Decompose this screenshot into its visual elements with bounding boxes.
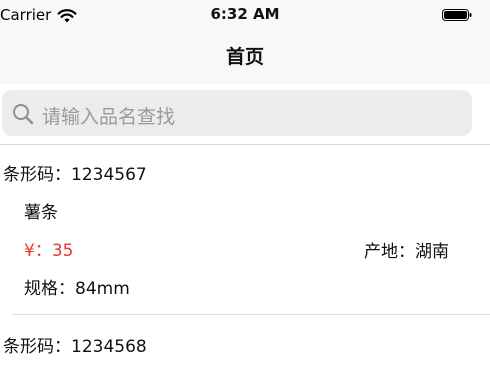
list-separator bbox=[12, 314, 490, 315]
top-bar: Carrier 6:32 AM 首页 bbox=[0, 0, 490, 85]
search-icon bbox=[13, 104, 34, 125]
product-origin: 产地：湖南 bbox=[364, 242, 449, 262]
search-placeholder: 请输入品名查找 bbox=[42, 106, 176, 128]
barcode-label: 条形码：1234568 bbox=[3, 337, 147, 357]
battery-icon bbox=[442, 9, 472, 21]
search-input[interactable]: 请输入品名查找 bbox=[2, 90, 472, 136]
page-title: 首页 bbox=[225, 46, 264, 68]
status-time: 6:32 AM bbox=[210, 5, 280, 23]
product-spec: 规格：84mm bbox=[24, 279, 130, 299]
product-price: ¥：35 bbox=[24, 241, 74, 261]
barcode-label: 条形码：1234567 bbox=[3, 165, 147, 185]
screen: Carrier 6:32 AM 首页 请输入品名查找 条形码：1234567 薯… bbox=[0, 0, 490, 365]
product-name: 薯条 bbox=[24, 203, 58, 223]
search-bar: 请输入品名查找 bbox=[0, 84, 490, 145]
status-bar: Carrier 6:32 AM bbox=[0, 0, 490, 32]
